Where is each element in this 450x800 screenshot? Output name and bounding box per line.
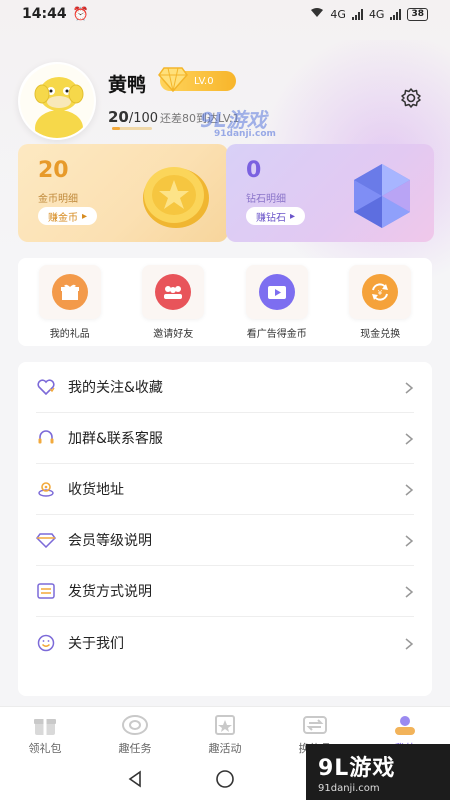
avatar[interactable] — [18, 62, 96, 140]
level-label: LV.0 — [194, 75, 214, 87]
chevron-right-icon — [404, 431, 414, 445]
menu-item-follows-favorites[interactable]: 我的关注&收藏 — [36, 362, 414, 413]
chevron-right-icon — [404, 482, 414, 496]
quick-action-my-gifts[interactable]: 我的礼品 — [25, 264, 115, 340]
battery-indicator: 38 — [407, 7, 428, 21]
gem-crystal-icon — [344, 158, 420, 234]
coin-card[interactable]: 20 金币明细 赚金币 ▸ — [18, 144, 228, 242]
activity-icon — [210, 713, 240, 737]
home-icon[interactable] — [213, 767, 237, 791]
quick-actions-panel: 我的礼品 邀请好友 看广告得金币 ¥ 现金兑换 — [18, 258, 432, 346]
back-icon[interactable] — [123, 767, 147, 791]
exp-counter: 20/100 — [108, 108, 158, 126]
earn-gems-label: 赚钻石 — [256, 212, 286, 224]
gem-value: 0 — [246, 158, 262, 183]
exp-progress-fill — [112, 127, 120, 130]
menu-label: 发货方式说明 — [68, 584, 152, 600]
exp-progress-bar — [112, 127, 152, 130]
menu-label: 会员等级说明 — [68, 533, 152, 549]
shipping-icon — [36, 581, 56, 601]
gem-card[interactable]: 0 钻石明细 赚钻石 ▸ — [226, 144, 434, 242]
chevron-right-icon — [404, 636, 414, 650]
quick-action-label: 邀请好友 — [153, 328, 194, 340]
coin-value: 20 — [38, 158, 69, 183]
watermark-main: 9L游戏 — [318, 756, 396, 781]
network-label: 4G — [330, 7, 346, 21]
status-bar: 14:44 ⏰ 4G 4G 38 — [0, 0, 450, 28]
earn-gems-button[interactable]: 赚钻石 ▸ — [246, 207, 306, 225]
chevron-right-icon — [404, 380, 414, 394]
location-icon — [36, 479, 56, 499]
earn-coins-label: 赚金币 — [48, 212, 78, 224]
headset-icon — [36, 428, 56, 448]
nav-tab-gift-pack[interactable]: 领礼包 — [0, 707, 90, 758]
video-icon — [258, 273, 295, 310]
settings-gear-icon[interactable] — [400, 87, 422, 109]
quick-action-label: 看广告得金币 — [246, 328, 307, 340]
menu-label: 我的关注&收藏 — [68, 380, 163, 396]
nav-label: 趣任务 — [118, 742, 152, 755]
level-diamond-icon — [158, 66, 188, 93]
exp-total: /100 — [128, 111, 159, 126]
exp-current: 20 — [108, 108, 129, 126]
quick-action-watch-ads[interactable]: 看广告得金币 — [232, 264, 322, 340]
wifi-icon — [310, 7, 324, 21]
swap-icon — [300, 713, 330, 737]
menu-item-group-support[interactable]: 加群&联系客服 — [36, 413, 414, 464]
quick-action-label: 现金兑换 — [360, 328, 401, 340]
menu-item-about-us[interactable]: 关于我们 — [36, 617, 414, 668]
play-arrow-icon: ▸ — [82, 210, 88, 222]
network-label-2: 4G — [368, 7, 385, 21]
nav-label: 领礼包 — [28, 742, 62, 755]
menu-item-member-levels[interactable]: 会员等级说明 — [36, 515, 414, 566]
alarm-icon: ⏰ — [72, 6, 89, 22]
settings-menu: 我的关注&收藏 加群&联系客服 收货地址 会员等级说明 发货方式说明 关于我们 — [18, 362, 432, 696]
chevron-right-icon — [404, 533, 414, 547]
watermark-sub: 91danji.com — [318, 783, 380, 794]
menu-label: 收货地址 — [68, 482, 124, 498]
quick-action-label: 我的礼品 — [49, 328, 90, 340]
smile-icon — [36, 633, 56, 653]
svg-text:¥: ¥ — [378, 289, 383, 297]
profile-icon — [390, 713, 420, 737]
gift-icon — [30, 713, 60, 737]
task-icon — [120, 713, 150, 737]
watermark-logo: 9L游戏 91danji.com — [306, 744, 450, 800]
watermark-mid-sub: 91danji.com — [214, 129, 276, 139]
username: 黄鸭 — [108, 74, 147, 96]
gem-detail-label: 钻石明细 — [246, 194, 286, 205]
menu-item-shipping-address[interactable]: 收货地址 — [36, 464, 414, 515]
gift-box-icon — [51, 273, 88, 310]
watermark-mid: 9L游戏 91danji.com — [200, 104, 276, 139]
coin-detail-label: 金币明细 — [38, 194, 78, 205]
signal-icon-2 — [390, 8, 402, 20]
play-arrow-icon: ▸ — [290, 210, 296, 222]
nav-tab-activities[interactable]: 趣活动 — [180, 707, 270, 758]
nav-label: 趣活动 — [208, 742, 242, 755]
chevron-right-icon — [404, 584, 414, 598]
heart-icon — [36, 377, 56, 397]
exchange-icon: ¥ — [362, 273, 399, 310]
quick-action-cash-exchange[interactable]: ¥ 现金兑换 — [335, 264, 425, 340]
quick-action-invite-friends[interactable]: 邀请好友 — [128, 264, 218, 340]
menu-label: 关于我们 — [68, 635, 124, 652]
menu-item-shipping-methods[interactable]: 发货方式说明 — [36, 566, 414, 617]
diamond-icon — [36, 530, 56, 550]
earn-coins-button[interactable]: 赚金币 ▸ — [38, 207, 98, 225]
friends-icon — [155, 273, 192, 310]
nav-tab-tasks[interactable]: 趣任务 — [90, 707, 180, 758]
menu-label: 加群&联系客服 — [68, 431, 163, 447]
gold-coin-icon — [138, 158, 214, 234]
status-time: 14:44 — [22, 6, 67, 22]
signal-icon — [351, 8, 363, 20]
